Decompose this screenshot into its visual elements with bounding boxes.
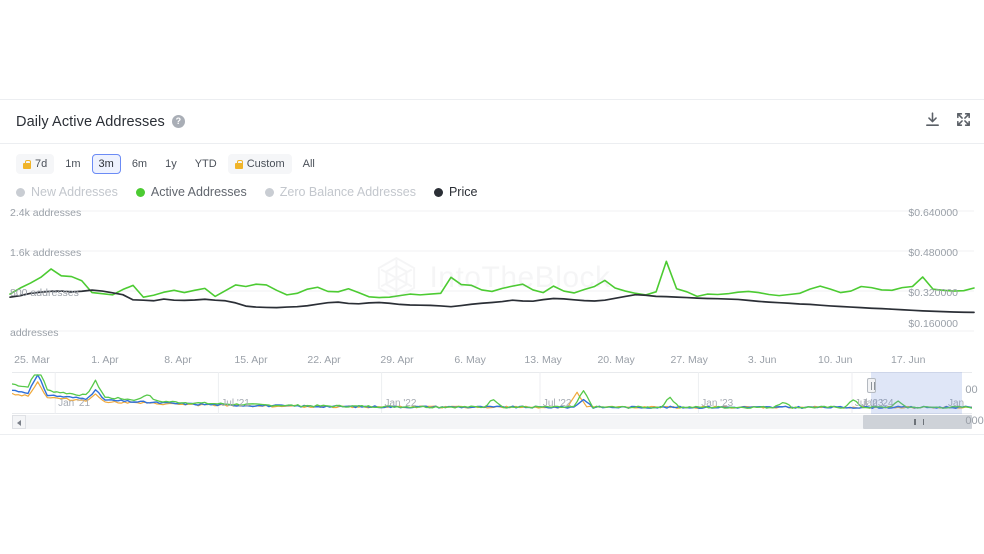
card-header: Daily Active Addresses ? xyxy=(0,100,984,144)
x-axis-tick: 17. Jun xyxy=(891,354,926,366)
range-button-label: 1y xyxy=(165,157,177,170)
navigator-scrollbar-track[interactable] xyxy=(12,415,972,429)
chart-plot-area[interactable]: IntoTheBlock 2.4k addresses 1.6k address… xyxy=(0,205,984,350)
navigator-selection[interactable] xyxy=(871,372,963,414)
legend-label: New Addresses xyxy=(31,185,118,199)
range-button-label: 3m xyxy=(98,157,114,170)
x-axis-tick: 10. Jun xyxy=(818,354,853,366)
x-axis-tick: 27. May xyxy=(670,354,708,366)
legend-label: Price xyxy=(448,185,478,199)
range-button-7d[interactable]: 7d xyxy=(16,154,55,174)
range-button-label: YTD xyxy=(194,157,217,170)
chevron-left-icon xyxy=(17,419,21,426)
question-mark-icon[interactable]: ? xyxy=(171,115,185,128)
daily-active-addresses-card: Daily Active Addresses ? 7d 1m 3m 6m 1y YTD Cu… xyxy=(0,99,984,435)
lock-icon xyxy=(23,159,31,169)
navigator-scroll-left-button[interactable] xyxy=(12,415,26,429)
range-button-custom[interactable]: Custom xyxy=(227,154,292,174)
legend-color-dot xyxy=(135,187,145,197)
legend-label: Active Addresses xyxy=(150,185,247,199)
legend-item-active-addresses[interactable]: Active Addresses xyxy=(135,185,247,199)
navigator-handle-left[interactable] xyxy=(867,378,877,393)
chart-navigator[interactable]: Jan '21 Jul '21 Jan '22 Jul '22 Jan '23 Jul '… xyxy=(0,372,984,434)
x-axis-tick: 1. Apr xyxy=(91,354,119,366)
expand-icon[interactable] xyxy=(955,111,972,133)
legend-item-zero-balance-addresses[interactable]: Zero Balance Addresses xyxy=(264,185,416,199)
x-axis-tick: 6. May xyxy=(454,354,486,366)
header-actions xyxy=(924,111,972,133)
legend-label: Zero Balance Addresses xyxy=(279,185,416,199)
range-button-label: Custom xyxy=(246,157,285,170)
range-button-label: 7d xyxy=(35,157,48,170)
legend-color-dot xyxy=(264,187,274,197)
legend-item-price[interactable]: Price xyxy=(433,185,478,199)
x-axis-tick: 29. Apr xyxy=(380,354,414,366)
range-button-label: 1m xyxy=(65,157,81,170)
page-title: Daily Active Addresses xyxy=(16,113,165,130)
x-axis-tick: 20. May xyxy=(597,354,635,366)
chart-legend: New Addresses Active Addresses Zero Balanc… xyxy=(0,174,984,205)
range-button-ytd[interactable]: YTD xyxy=(188,154,224,174)
range-button-3m[interactable]: 3m xyxy=(91,154,121,174)
navigator-scrollbar-thumb[interactable] xyxy=(863,415,973,429)
x-axis-tick: 22. Apr xyxy=(307,354,341,366)
range-selector: 7d 1m 3m 6m 1y YTD Custom All xyxy=(0,144,984,174)
x-axis-tick: 25. Mar xyxy=(14,354,50,366)
chart-svg xyxy=(9,210,975,332)
range-button-1m[interactable]: 1m xyxy=(58,154,87,174)
page-root: Daily Active Addresses ? 7d 1m 3m 6m 1y YTD Cu… xyxy=(0,0,984,554)
lock-icon xyxy=(234,159,243,169)
x-axis: 25. Mar 1. Apr 8. Apr 15. Apr 22. Apr 29. Apr… xyxy=(0,350,984,370)
x-axis-tick: 3. Jun xyxy=(747,354,777,366)
x-axis-tick: 15. Apr xyxy=(234,354,268,366)
x-axis-tick: 8. Apr xyxy=(164,354,192,366)
range-button-1y[interactable]: 1y xyxy=(158,154,184,174)
legend-color-dot xyxy=(16,187,25,197)
range-button-6m[interactable]: 6m xyxy=(125,154,154,174)
range-button-label: All xyxy=(302,157,315,170)
legend-color-dot xyxy=(433,187,443,197)
navigator-svg xyxy=(12,372,972,414)
download-icon[interactable] xyxy=(924,111,941,133)
range-button-label: 6m xyxy=(131,157,148,170)
range-button-all[interactable]: All xyxy=(296,154,322,174)
x-axis-tick: 13. May xyxy=(524,354,562,366)
legend-item-new-addresses[interactable]: New Addresses xyxy=(16,185,118,199)
